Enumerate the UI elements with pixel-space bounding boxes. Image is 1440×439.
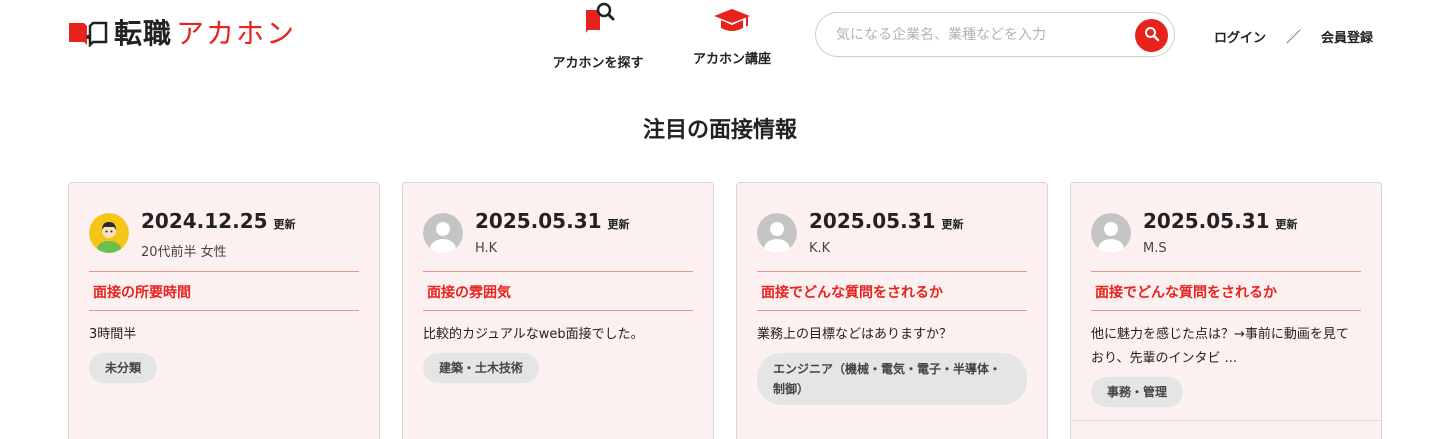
interview-card[interactable]: 2025.05.31 更新 M.S 面接でどんな質問をされるか 他に魅力を感じた点… (1070, 182, 1382, 439)
card-tag[interactable]: 事務・管理 (1091, 377, 1184, 407)
nav-course-label: アカホン講座 (692, 52, 771, 67)
card-user: 20代前半 女性 (141, 245, 227, 260)
card-topic: 面接の所要時間 (89, 271, 359, 311)
card-tag[interactable]: 建築・土木技術 (423, 353, 540, 383)
card-body: 比較的カジュアルなweb面接でした。 建築・土木技術 (423, 323, 693, 383)
card-updated-label: 更新 (273, 218, 296, 231)
search-input[interactable] (836, 23, 1136, 47)
interview-card[interactable]: 2025.05.31 更新 K.K 面接でどんな質問をされるか 業務上の目標などは… (736, 182, 1048, 439)
card-date-row: 2025.05.31 更新 (809, 209, 964, 233)
interview-card[interactable]: 2024.12.25 更新 20代前半 女性 面接の所要時間 3時間半 未分類 (68, 182, 380, 439)
card-topic: 面接の雰囲気 (423, 271, 693, 311)
card-updated-label: 更新 (607, 218, 630, 231)
auth-separator: ／ (1286, 28, 1302, 46)
nav-find-akahon[interactable]: アカホンを探す (548, 0, 648, 71)
interview-card[interactable]: 2025.05.31 更新 H.K 面接の雰囲気 比較的カジュアルなweb面接でし… (402, 182, 714, 439)
card-date: 2025.05.31 (1143, 209, 1270, 233)
card-excerpt: 比較的カジュアルなweb面接でした。 (423, 327, 644, 342)
card-date: 2024.12.25 (141, 209, 268, 233)
card-excerpt: 3時間半 (89, 327, 137, 342)
graduation-cap-icon (712, 6, 752, 40)
card-topic: 面接でどんな質問をされるか (757, 271, 1027, 311)
card-date-row: 2025.05.31 更新 (475, 209, 630, 233)
card-excerpt: 他に魅力を感じた点は？→事前に動画を見ており、先輩のインタビ ... (1091, 327, 1349, 366)
nav-find-label: アカホンを探す (552, 56, 644, 71)
card-updated-label: 更新 (1275, 218, 1298, 231)
card-date: 2025.05.31 (475, 209, 602, 233)
card-body: 3時間半 未分類 (89, 323, 359, 383)
card-tag[interactable]: エンジニア（機械・電気・電子・半導体・制御） (757, 353, 1027, 405)
card-date: 2025.05.31 (809, 209, 936, 233)
gray-person-icon (1091, 213, 1131, 253)
site-logo[interactable]: 転職 アカホン (68, 14, 296, 50)
logo-text-brand: アカホン (176, 17, 297, 50)
section-title: 注目の面接情報 (642, 118, 797, 143)
card-excerpt: 業務上の目標などはありますか？ (757, 327, 953, 342)
card-topic: 面接でどんな質問をされるか (1091, 271, 1361, 311)
card-user: H.K (475, 241, 498, 256)
search-button[interactable] (1135, 19, 1168, 52)
auth-links: ログイン ／ 会員登録 (1214, 26, 1373, 47)
search-bar (815, 12, 1175, 57)
card-divider (1071, 420, 1381, 421)
card-body: 他に魅力を感じた点は？→事前に動画を見ており、先輩のインタビ ... 事務・管理 (1091, 323, 1361, 407)
search-icon (1144, 26, 1160, 46)
card-date-row: 2025.05.31 更新 (1143, 209, 1298, 233)
card-user: M.S (1143, 241, 1167, 256)
register-link[interactable]: 会員登録 (1321, 27, 1373, 46)
book-logo-icon (68, 17, 110, 49)
card-tag[interactable]: 未分類 (89, 353, 158, 383)
gray-person-icon (423, 213, 463, 253)
card-body: 業務上の目標などはありますか？ エンジニア（機械・電気・電子・半導体・制御） (757, 323, 1027, 405)
nav-akahon-course[interactable]: アカホン講座 (688, 0, 776, 67)
card-date-row: 2024.12.25 更新 (141, 209, 296, 233)
book-search-icon (580, 0, 616, 40)
logo-text-main: 転職 (114, 17, 173, 50)
card-updated-label: 更新 (941, 218, 964, 231)
login-link[interactable]: ログイン (1214, 27, 1266, 46)
card-user: K.K (809, 241, 831, 256)
yellow-person-icon (89, 213, 129, 253)
gray-person-icon (757, 213, 797, 253)
